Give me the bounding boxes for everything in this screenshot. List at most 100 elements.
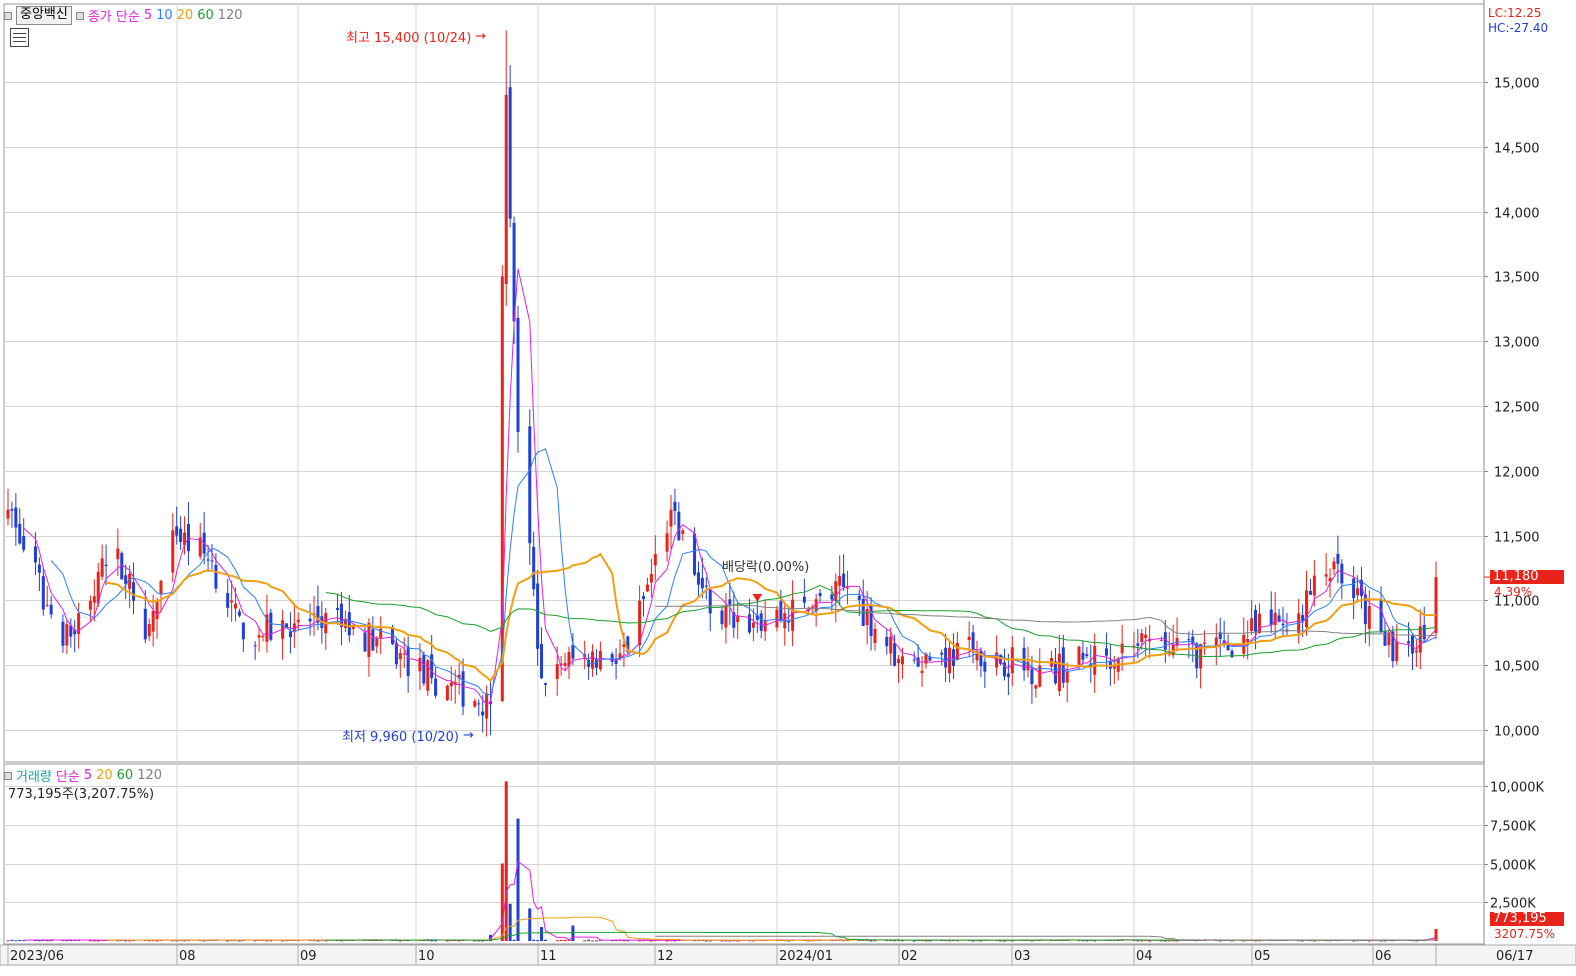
candle-body [269,612,273,640]
candle-body [151,611,155,632]
volume-bar [6,940,10,942]
candle-body [693,533,697,575]
x-tick-label: 05 [1254,949,1271,964]
candle-body [955,642,959,661]
chart-root: 2023/06 08 09 10 11 12 2024/01 02 03 04 05 06 06/17 1… [0,0,1576,976]
candle-body [897,658,901,664]
candle-body [481,711,485,716]
candle-body [1053,661,1057,684]
x-tick-label: 2024/01 [779,949,833,964]
volume-bar [226,940,230,942]
candle-body [893,642,897,666]
ma60-label: 60 [197,8,214,23]
candle-body [422,654,426,684]
candle-body [1422,624,1426,640]
candle-body [406,646,410,677]
stock-name-button[interactable]: 중앙백신 [16,6,72,25]
candle-body [591,651,595,669]
candle-body [618,653,622,658]
vol-ma60-label: 60 [116,768,134,783]
ma-settings-icon[interactable] [75,11,84,20]
candle-body [234,603,238,609]
candle-body [371,629,375,651]
candle-body [724,606,728,628]
calculator-icon[interactable] [10,28,29,47]
candle-body [873,628,877,644]
volume-bar [1352,940,1356,942]
candle-body [1312,575,1316,596]
candle-body [347,612,351,636]
candle-body [736,616,740,623]
candle-body [700,577,704,589]
price-pane [3,3,1485,763]
candle-body [175,526,179,536]
price-legend: 중앙백신 종가 단순 5 10 20 60 120 [4,6,243,25]
ma20-label: 20 [176,8,194,23]
legend-toggle-icon[interactable] [4,11,12,20]
candle-body [912,659,916,661]
volume-bar [559,939,563,941]
candle-body [1034,685,1038,689]
volume-bar [504,781,508,941]
vol-ma5-label: 5 [83,768,93,783]
candle-body [61,621,65,646]
low-annotation: 최저 9,960 (10/20) → [342,726,474,745]
candle-body [846,587,850,589]
volume-pane [3,763,1485,945]
candle-body [210,560,214,562]
y-tick-label: 11,500 [1494,531,1540,546]
candle-body [842,573,846,588]
y-tick-label: 13,000 [1494,336,1540,351]
candle-body [536,583,540,649]
candle-body [1140,633,1144,642]
candle-body [1187,639,1191,641]
candle-body [1324,574,1328,577]
candle-body [1104,648,1108,656]
x-tick-label: 12 [657,949,674,964]
candle-body [1144,634,1148,638]
x-tick-label: 04 [1136,949,1153,964]
candle-body [22,536,26,550]
candle-body [206,559,210,561]
candle-body [504,94,508,284]
current-volume-badge: 773,195 [1490,912,1564,926]
volume-bar [594,940,598,942]
candle-body [1163,632,1167,650]
y-tick-label: 13,500 [1494,271,1540,286]
vol-y-tick-label: 10,000K [1490,781,1544,796]
candle-body [649,573,653,583]
candle-body [253,645,257,647]
volume-bar [500,863,504,941]
candle-body [33,546,37,563]
volume-toggle-icon[interactable] [4,771,12,780]
low-arrow-icon: → [463,728,474,743]
candle-body [336,607,340,610]
volume-bar [1140,940,1144,942]
candle-body [983,661,987,672]
current-price-badge: 11,180 [1490,570,1564,584]
y-tick-label: 10,500 [1494,660,1540,675]
volume-bar [10,939,14,941]
candle-body [610,654,614,662]
candle-body [543,683,547,685]
candle-body [861,599,865,626]
x-tick-label: 10 [418,949,435,964]
candle-body [1093,646,1097,675]
candle-body [677,511,681,541]
vol-y-tick-label: 2,500K [1490,897,1536,912]
candle-body [363,632,367,652]
vol-ma120-label: 120 [137,768,163,783]
candle-body [65,624,69,646]
candle-body [1383,631,1387,646]
candle-body [673,501,677,511]
volume-pct: 3207.75% [1494,927,1556,941]
candle-body [665,533,669,552]
candle-body [288,631,292,637]
candle-body [159,580,163,594]
candle-body [434,678,438,696]
candle-body [532,546,536,590]
candle-body [669,509,673,527]
candle-body [41,576,45,610]
x-tick-label: 06 [1375,949,1392,964]
stock-chart-svg: 2023/06 08 09 10 11 12 2024/01 02 03 04 05 06 06/17 1… [0,0,1576,966]
